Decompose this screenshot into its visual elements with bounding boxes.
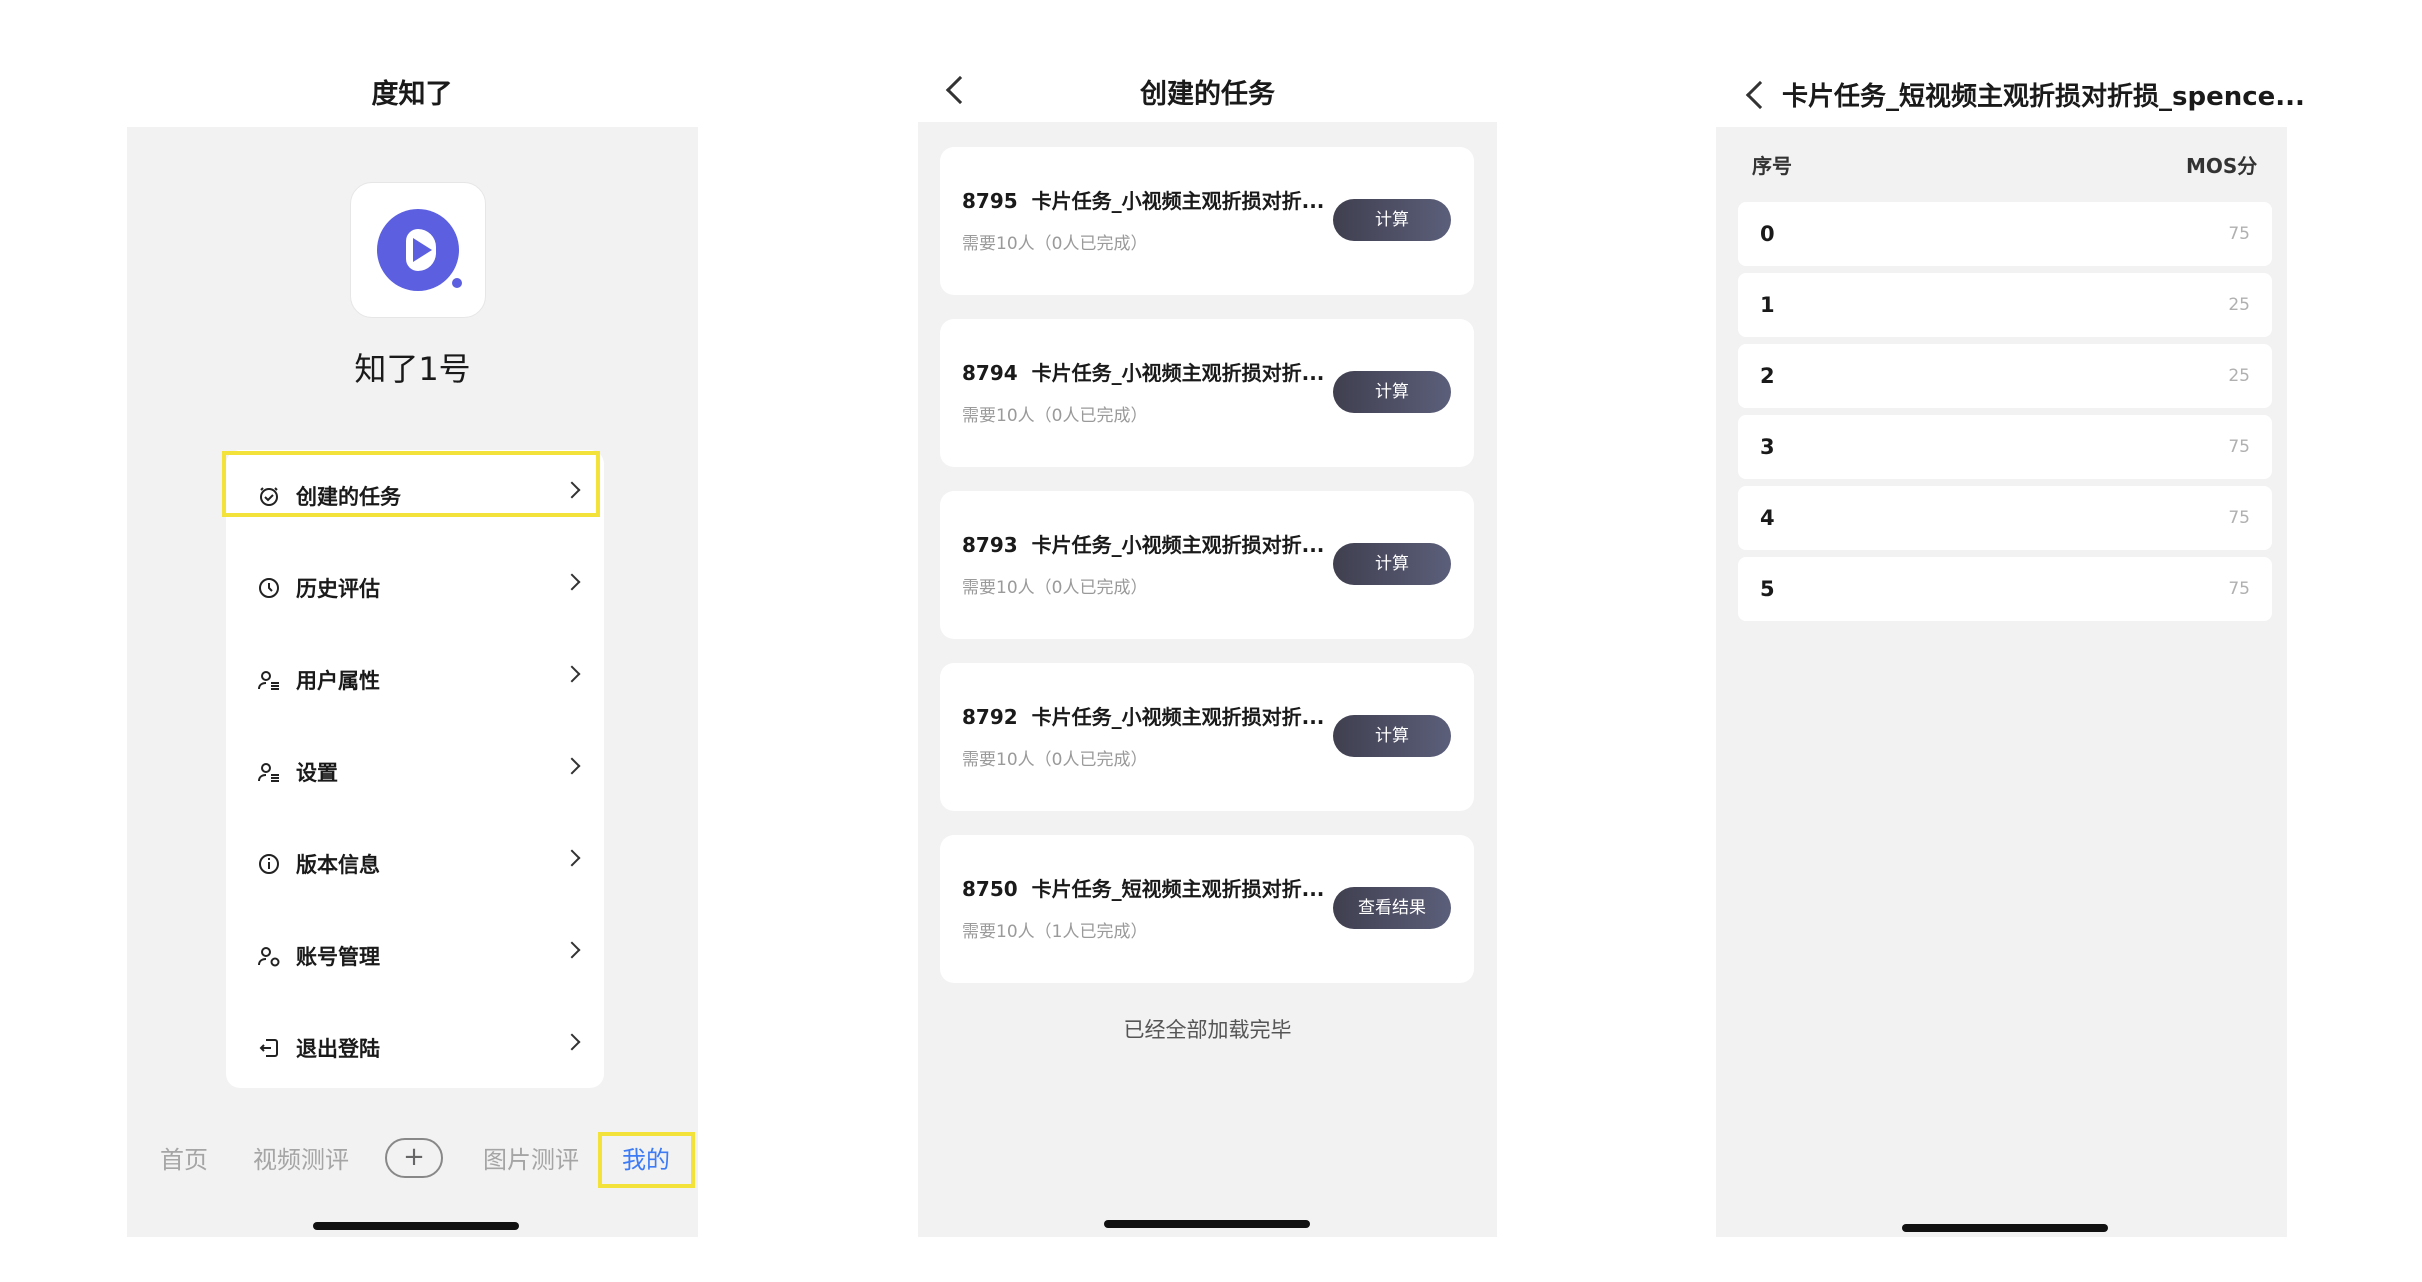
- tab-home[interactable]: 首页: [160, 1140, 208, 1175]
- menu-item-history[interactable]: 历史评估: [226, 542, 604, 634]
- table-row: 0 75: [1738, 202, 2272, 266]
- row-index: 4: [1760, 506, 1775, 530]
- home-indicator: [313, 1222, 519, 1230]
- task-card[interactable]: 8794 卡片任务_小视频主观折损对折... 需要10人（0人已完成） 计算: [940, 319, 1474, 467]
- menu-item-logout[interactable]: 退出登陆: [226, 1002, 604, 1094]
- calculate-button[interactable]: 计算: [1333, 371, 1451, 413]
- task-progress: 需要10人（0人已完成）: [962, 406, 1148, 426]
- task-name: 8750 卡片任务_短视频主观折损对折...: [962, 877, 1325, 901]
- menu-item-label: 历史评估: [296, 577, 380, 601]
- menu-item-label: 版本信息: [296, 853, 380, 877]
- home-indicator: [1104, 1220, 1310, 1228]
- back-arrow-icon[interactable]: [1745, 80, 1775, 110]
- row-mos-score: 75: [2228, 437, 2250, 457]
- task-card[interactable]: 8793 卡片任务_小视频主观折损对折... 需要10人（0人已完成） 计算: [940, 491, 1474, 639]
- chevron-right-icon: [563, 573, 581, 591]
- table-row: 5 75: [1738, 557, 2272, 621]
- chevron-right-icon: [563, 941, 581, 959]
- highlight-box-mine-tab: [598, 1132, 695, 1188]
- table-row: 3 75: [1738, 415, 2272, 479]
- calculate-button[interactable]: 计算: [1333, 543, 1451, 585]
- task-progress: 需要10人（1人已完成）: [962, 922, 1148, 942]
- task-progress: 需要10人（0人已完成）: [962, 750, 1148, 770]
- task-progress: 需要10人（0人已完成）: [962, 578, 1148, 598]
- table-row: 4 75: [1738, 486, 2272, 550]
- task-name: 8793 卡片任务_小视频主观折损对折...: [962, 533, 1325, 557]
- user-list-icon: [256, 667, 282, 693]
- task-card[interactable]: 8750 卡片任务_短视频主观折损对折... 需要10人（1人已完成） 查看结果: [940, 835, 1474, 983]
- chevron-right-icon: [563, 757, 581, 775]
- row-index: 5: [1760, 577, 1775, 601]
- history-clock-icon: [256, 575, 282, 601]
- row-mos-score: 75: [2228, 224, 2250, 244]
- menu-item-user-attributes[interactable]: 用户属性: [226, 634, 604, 726]
- chevron-right-icon: [563, 1033, 581, 1051]
- menu-item-label: 退出登陆: [296, 1037, 380, 1061]
- menu-item-account[interactable]: 账号管理: [226, 910, 604, 1002]
- menu-item-settings[interactable]: 设置: [226, 726, 604, 818]
- info-icon: [256, 851, 282, 877]
- task-name: 8795 卡片任务_小视频主观折损对折...: [962, 189, 1325, 213]
- row-mos-score: 75: [2228, 579, 2250, 599]
- menu-item-label: 账号管理: [296, 945, 380, 969]
- chevron-right-icon: [563, 665, 581, 683]
- row-index: 1: [1760, 293, 1775, 317]
- app-title: 度知了: [371, 79, 453, 110]
- list-end-text: 已经全部加载完毕: [1123, 1018, 1292, 1042]
- menu-item-label: 用户属性: [296, 669, 380, 693]
- home-indicator: [1902, 1224, 2108, 1232]
- row-mos-score: 25: [2228, 295, 2250, 315]
- task-name: 8794 卡片任务_小视频主观折损对折...: [962, 361, 1325, 385]
- table-row: 2 25: [1738, 344, 2272, 408]
- highlight-box-created-tasks: [222, 451, 600, 517]
- profile-menu: 创建的任务 历史评估 用户属性 设置 版本信息 账号管理 退出登陆: [226, 450, 604, 1088]
- page-title: 创建的任务: [1140, 79, 1275, 110]
- task-name: 8792 卡片任务_小视频主观折损对折...: [962, 705, 1325, 729]
- column-header-index: 序号: [1752, 154, 1792, 178]
- user-list-icon: [256, 759, 282, 785]
- row-mos-score: 25: [2228, 366, 2250, 386]
- logout-icon: [256, 1035, 282, 1061]
- user-settings-icon: [256, 943, 282, 969]
- task-progress: 需要10人（0人已完成）: [962, 234, 1148, 254]
- calculate-button[interactable]: 计算: [1333, 715, 1451, 757]
- view-result-button[interactable]: 查看结果: [1333, 887, 1451, 929]
- app-logo-icon: [350, 182, 486, 318]
- tab-video-eval[interactable]: 视频测评: [253, 1140, 349, 1175]
- task-card[interactable]: 8795 卡片任务_小视频主观折损对折... 需要10人（0人已完成） 计算: [940, 147, 1474, 295]
- table-row: 1 25: [1738, 273, 2272, 337]
- row-mos-score: 75: [2228, 508, 2250, 528]
- row-index: 3: [1760, 435, 1775, 459]
- row-index: 0: [1760, 222, 1775, 246]
- app-name: 知了1号: [354, 350, 471, 388]
- calculate-button[interactable]: 计算: [1333, 199, 1451, 241]
- tab-add-button[interactable]: +: [385, 1138, 443, 1178]
- task-card[interactable]: 8792 卡片任务_小视频主观折损对折... 需要10人（0人已完成） 计算: [940, 663, 1474, 811]
- tab-image-eval[interactable]: 图片测评: [483, 1140, 579, 1175]
- chevron-right-icon: [563, 849, 581, 867]
- column-header-mos: MOS分: [2186, 154, 2258, 178]
- menu-item-label: 设置: [296, 761, 338, 785]
- page-title: 卡片任务_短视频主观折损对折损_spence...: [1782, 82, 2305, 112]
- row-index: 2: [1760, 364, 1775, 388]
- menu-item-version-info[interactable]: 版本信息: [226, 818, 604, 910]
